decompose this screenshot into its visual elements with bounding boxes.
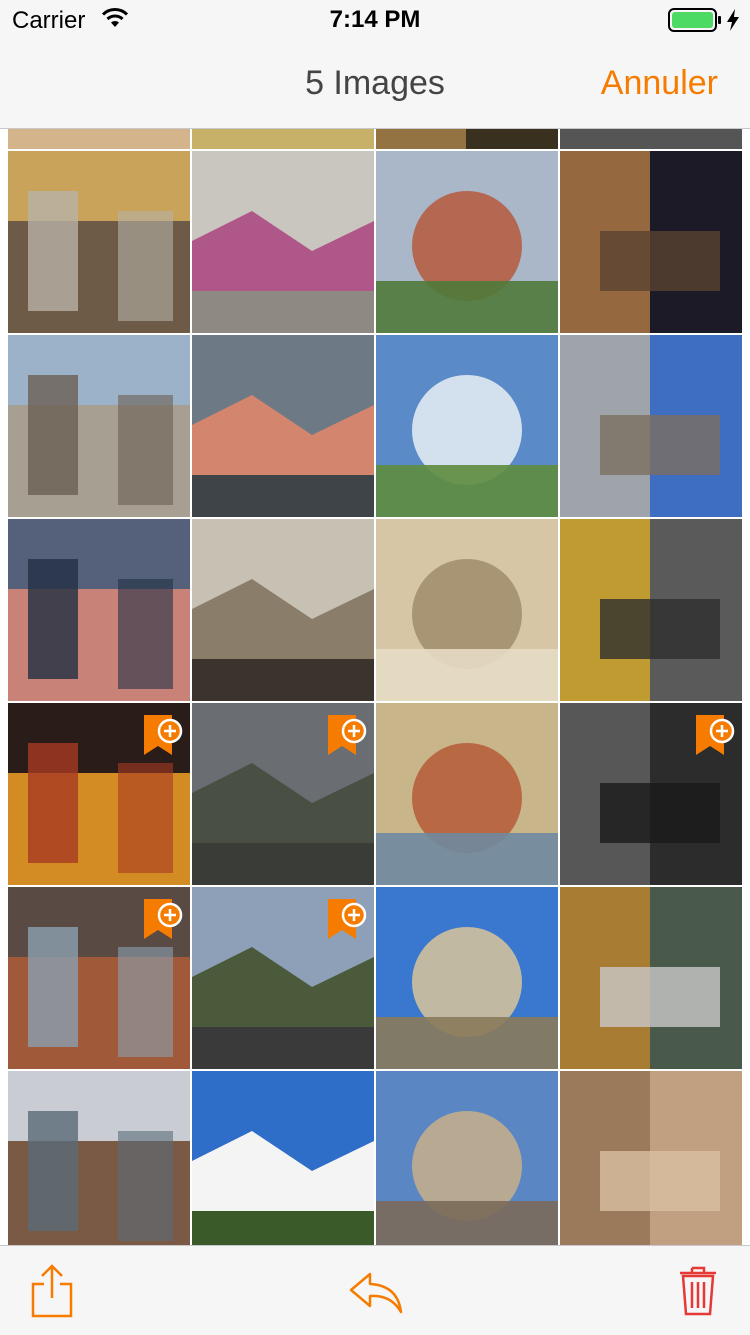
reply-icon [349, 1272, 403, 1314]
photo-grid[interactable] [0, 129, 750, 1245]
photo-thumbnail[interactable] [8, 129, 190, 149]
photo-thumbnail[interactable] [376, 151, 558, 333]
photo-thumbnail[interactable] [192, 519, 374, 701]
share-icon [31, 1264, 73, 1318]
photo-thumbnail[interactable] [560, 129, 742, 149]
navigation-bar: 5 Images Annuler [0, 40, 750, 129]
status-bar: Carrier 7:14 PM [0, 0, 750, 40]
photo-thumbnail[interactable] [192, 1071, 374, 1245]
charging-bolt-icon [726, 9, 740, 36]
selected-bookmark-icon [328, 715, 368, 763]
share-button[interactable] [30, 1264, 74, 1323]
photo-thumbnail[interactable] [376, 129, 558, 149]
trash-icon [680, 1266, 716, 1316]
photo-thumbnail-selected[interactable] [560, 703, 742, 885]
selected-bookmark-icon [328, 899, 368, 947]
photo-thumbnail[interactable] [376, 519, 558, 701]
photo-thumbnail[interactable] [560, 335, 742, 517]
cancel-button[interactable]: Annuler [601, 64, 718, 103]
photo-thumbnail-selected[interactable] [192, 887, 374, 1069]
selected-bookmark-icon [144, 715, 184, 763]
delete-button[interactable] [678, 1264, 718, 1321]
photo-thumbnail[interactable] [376, 703, 558, 885]
photo-thumbnail[interactable] [376, 1071, 558, 1245]
photo-thumbnail[interactable] [8, 335, 190, 517]
photo-thumbnail[interactable] [560, 151, 742, 333]
photo-thumbnail-selected[interactable] [8, 703, 190, 885]
photo-thumbnail[interactable] [8, 151, 190, 333]
selected-bookmark-icon [696, 715, 736, 763]
photo-thumbnail[interactable] [8, 1071, 190, 1245]
photo-thumbnail-selected[interactable] [192, 703, 374, 885]
photo-thumbnail[interactable] [192, 151, 374, 333]
bottom-toolbar [0, 1245, 750, 1335]
photo-thumbnail[interactable] [376, 335, 558, 517]
photo-thumbnail[interactable] [8, 519, 190, 701]
photo-thumbnail[interactable] [560, 1071, 742, 1245]
reply-button[interactable] [348, 1270, 404, 1319]
photo-thumbnail[interactable] [192, 335, 374, 517]
selected-bookmark-icon [144, 899, 184, 947]
photo-thumbnail[interactable] [560, 887, 742, 1069]
battery-icon [668, 8, 722, 37]
clock: 7:14 PM [329, 6, 421, 33]
photo-thumbnail-selected[interactable] [8, 887, 190, 1069]
photo-thumbnail[interactable] [192, 129, 374, 149]
photo-thumbnail[interactable] [376, 887, 558, 1069]
photo-thumbnail[interactable] [560, 519, 742, 701]
